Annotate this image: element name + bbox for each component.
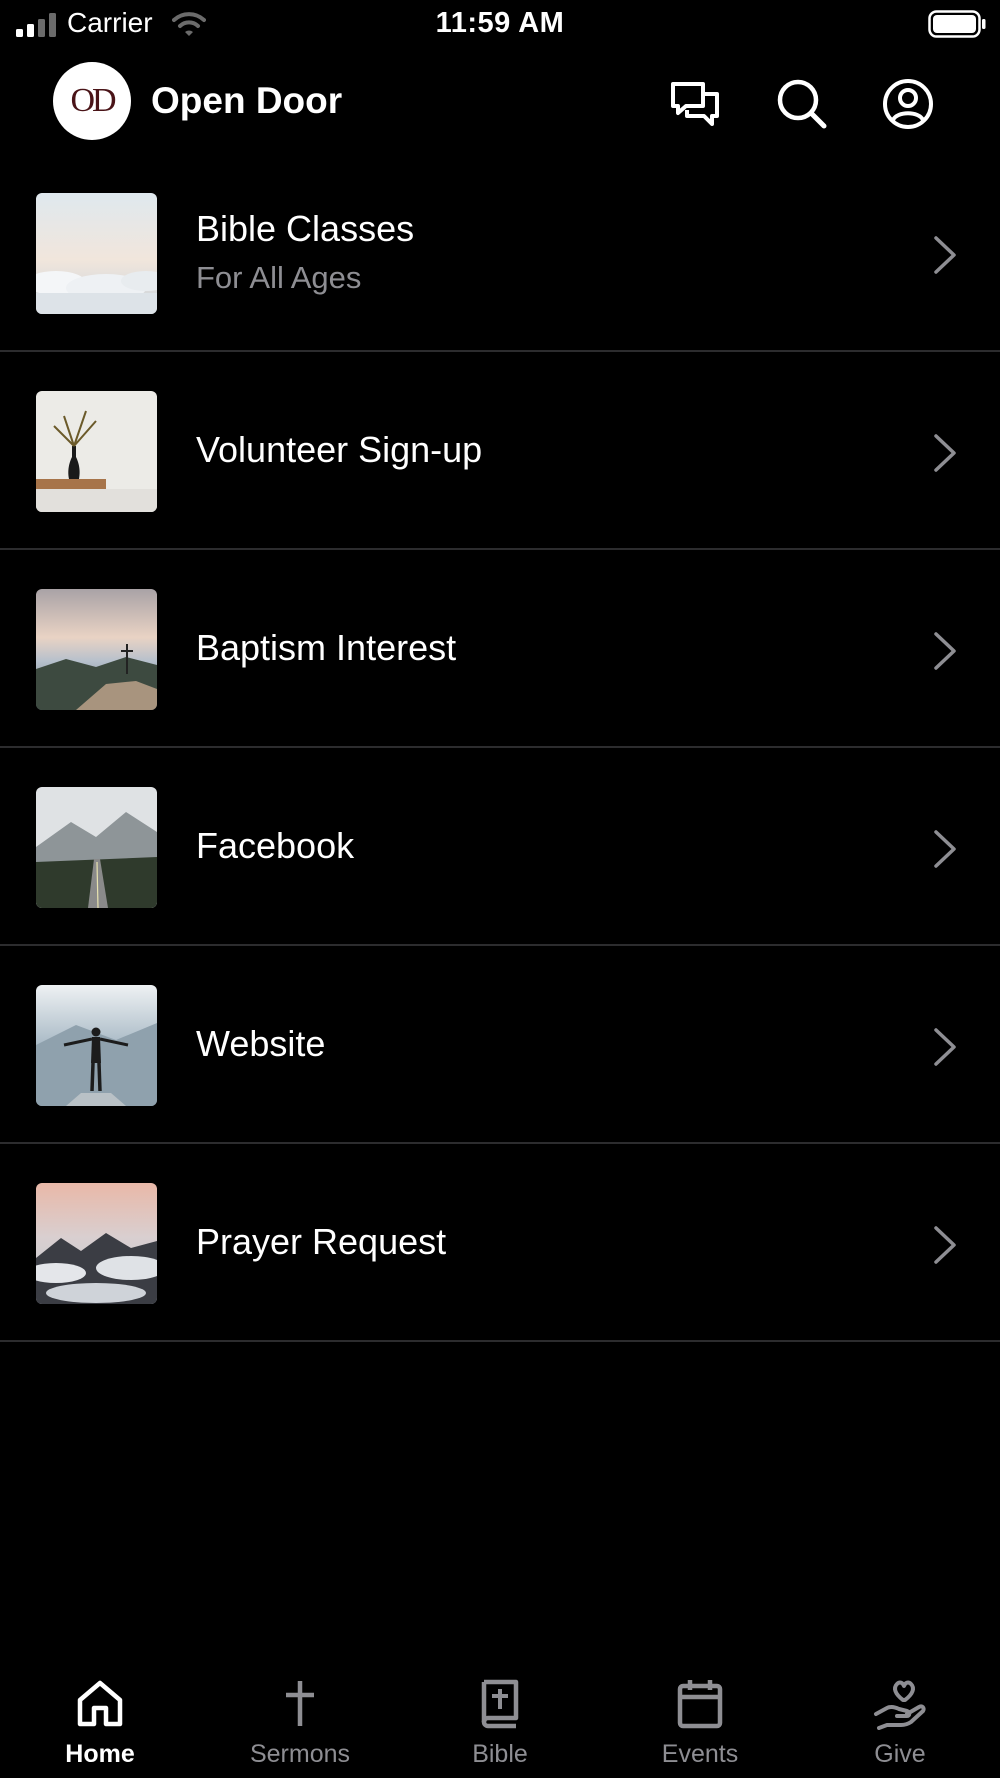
status-bar: Carrier 11:59 AM <box>0 0 1000 50</box>
thumbnail-mountain-road <box>36 787 157 908</box>
list-item-subtitle: For All Ages <box>196 260 362 295</box>
status-time: 11:59 AM <box>435 7 565 39</box>
list-item-title: Website <box>196 1023 326 1064</box>
chevron-right-icon <box>934 1226 956 1264</box>
list-item-title: Volunteer Sign-up <box>196 429 483 470</box>
give-icon <box>874 1680 926 1730</box>
chevron-right-icon <box>934 830 956 868</box>
logo-text: OD <box>70 82 116 119</box>
list-item-website[interactable]: Website <box>0 946 1000 1144</box>
tab-sermons[interactable]: Sermons <box>200 1660 400 1778</box>
profile-button[interactable] <box>880 76 936 132</box>
content-list: Bible Classes For All Ages Volunteer Sig… <box>0 154 1000 1342</box>
tab-bar: Home Sermons Bible Events Give <box>0 1660 1000 1778</box>
thumbnail-mountain-cross <box>36 589 157 710</box>
chevron-right-icon <box>934 1028 956 1066</box>
app-logo[interactable]: OD <box>53 62 131 140</box>
chevron-right-icon <box>934 632 956 670</box>
list-item-baptism-interest[interactable]: Baptism Interest <box>0 550 1000 748</box>
list-item-title: Baptism Interest <box>196 627 457 668</box>
tab-events[interactable]: Events <box>600 1660 800 1778</box>
thumbnail-vase <box>36 391 157 512</box>
list-item-bible-classes[interactable]: Bible Classes For All Ages <box>0 154 1000 352</box>
tab-label: Give <box>874 1740 926 1768</box>
thumbnail-cloudy-peaks <box>36 1183 157 1304</box>
search-icon <box>777 79 827 129</box>
search-button[interactable] <box>774 76 830 132</box>
list-item-title: Facebook <box>196 825 355 866</box>
battery-icon <box>928 10 986 38</box>
calendar-icon <box>677 1680 723 1729</box>
thumbnail-person-on-cliff <box>36 985 157 1106</box>
tab-label: Bible <box>472 1740 528 1768</box>
home-icon <box>77 1680 123 1727</box>
tab-bible[interactable]: Bible <box>400 1660 600 1778</box>
tab-home[interactable]: Home <box>0 1660 200 1778</box>
tab-label: Home <box>65 1740 135 1768</box>
thumbnail-clouds <box>36 193 157 314</box>
list-item-prayer-request[interactable]: Prayer Request <box>0 1144 1000 1342</box>
list-item-title: Prayer Request <box>196 1221 447 1262</box>
chevron-right-icon <box>934 236 956 274</box>
chat-bubbles-icon <box>671 82 719 126</box>
list-item-facebook[interactable]: Facebook <box>0 748 1000 946</box>
list-item-volunteer-sign-up[interactable]: Volunteer Sign-up <box>0 352 1000 550</box>
tab-give[interactable]: Give <box>800 1660 1000 1778</box>
tab-label: Events <box>661 1740 739 1768</box>
list-item-title: Bible Classes <box>196 208 415 249</box>
app-header: OD Open Door <box>0 58 1000 146</box>
tab-label: Sermons <box>249 1740 351 1768</box>
cross-icon <box>286 1681 314 1726</box>
bible-icon <box>481 1679 519 1729</box>
messages-button[interactable] <box>667 76 723 132</box>
app-title: Open Door <box>151 80 343 121</box>
user-circle-icon <box>883 79 933 129</box>
chevron-right-icon <box>934 434 956 472</box>
